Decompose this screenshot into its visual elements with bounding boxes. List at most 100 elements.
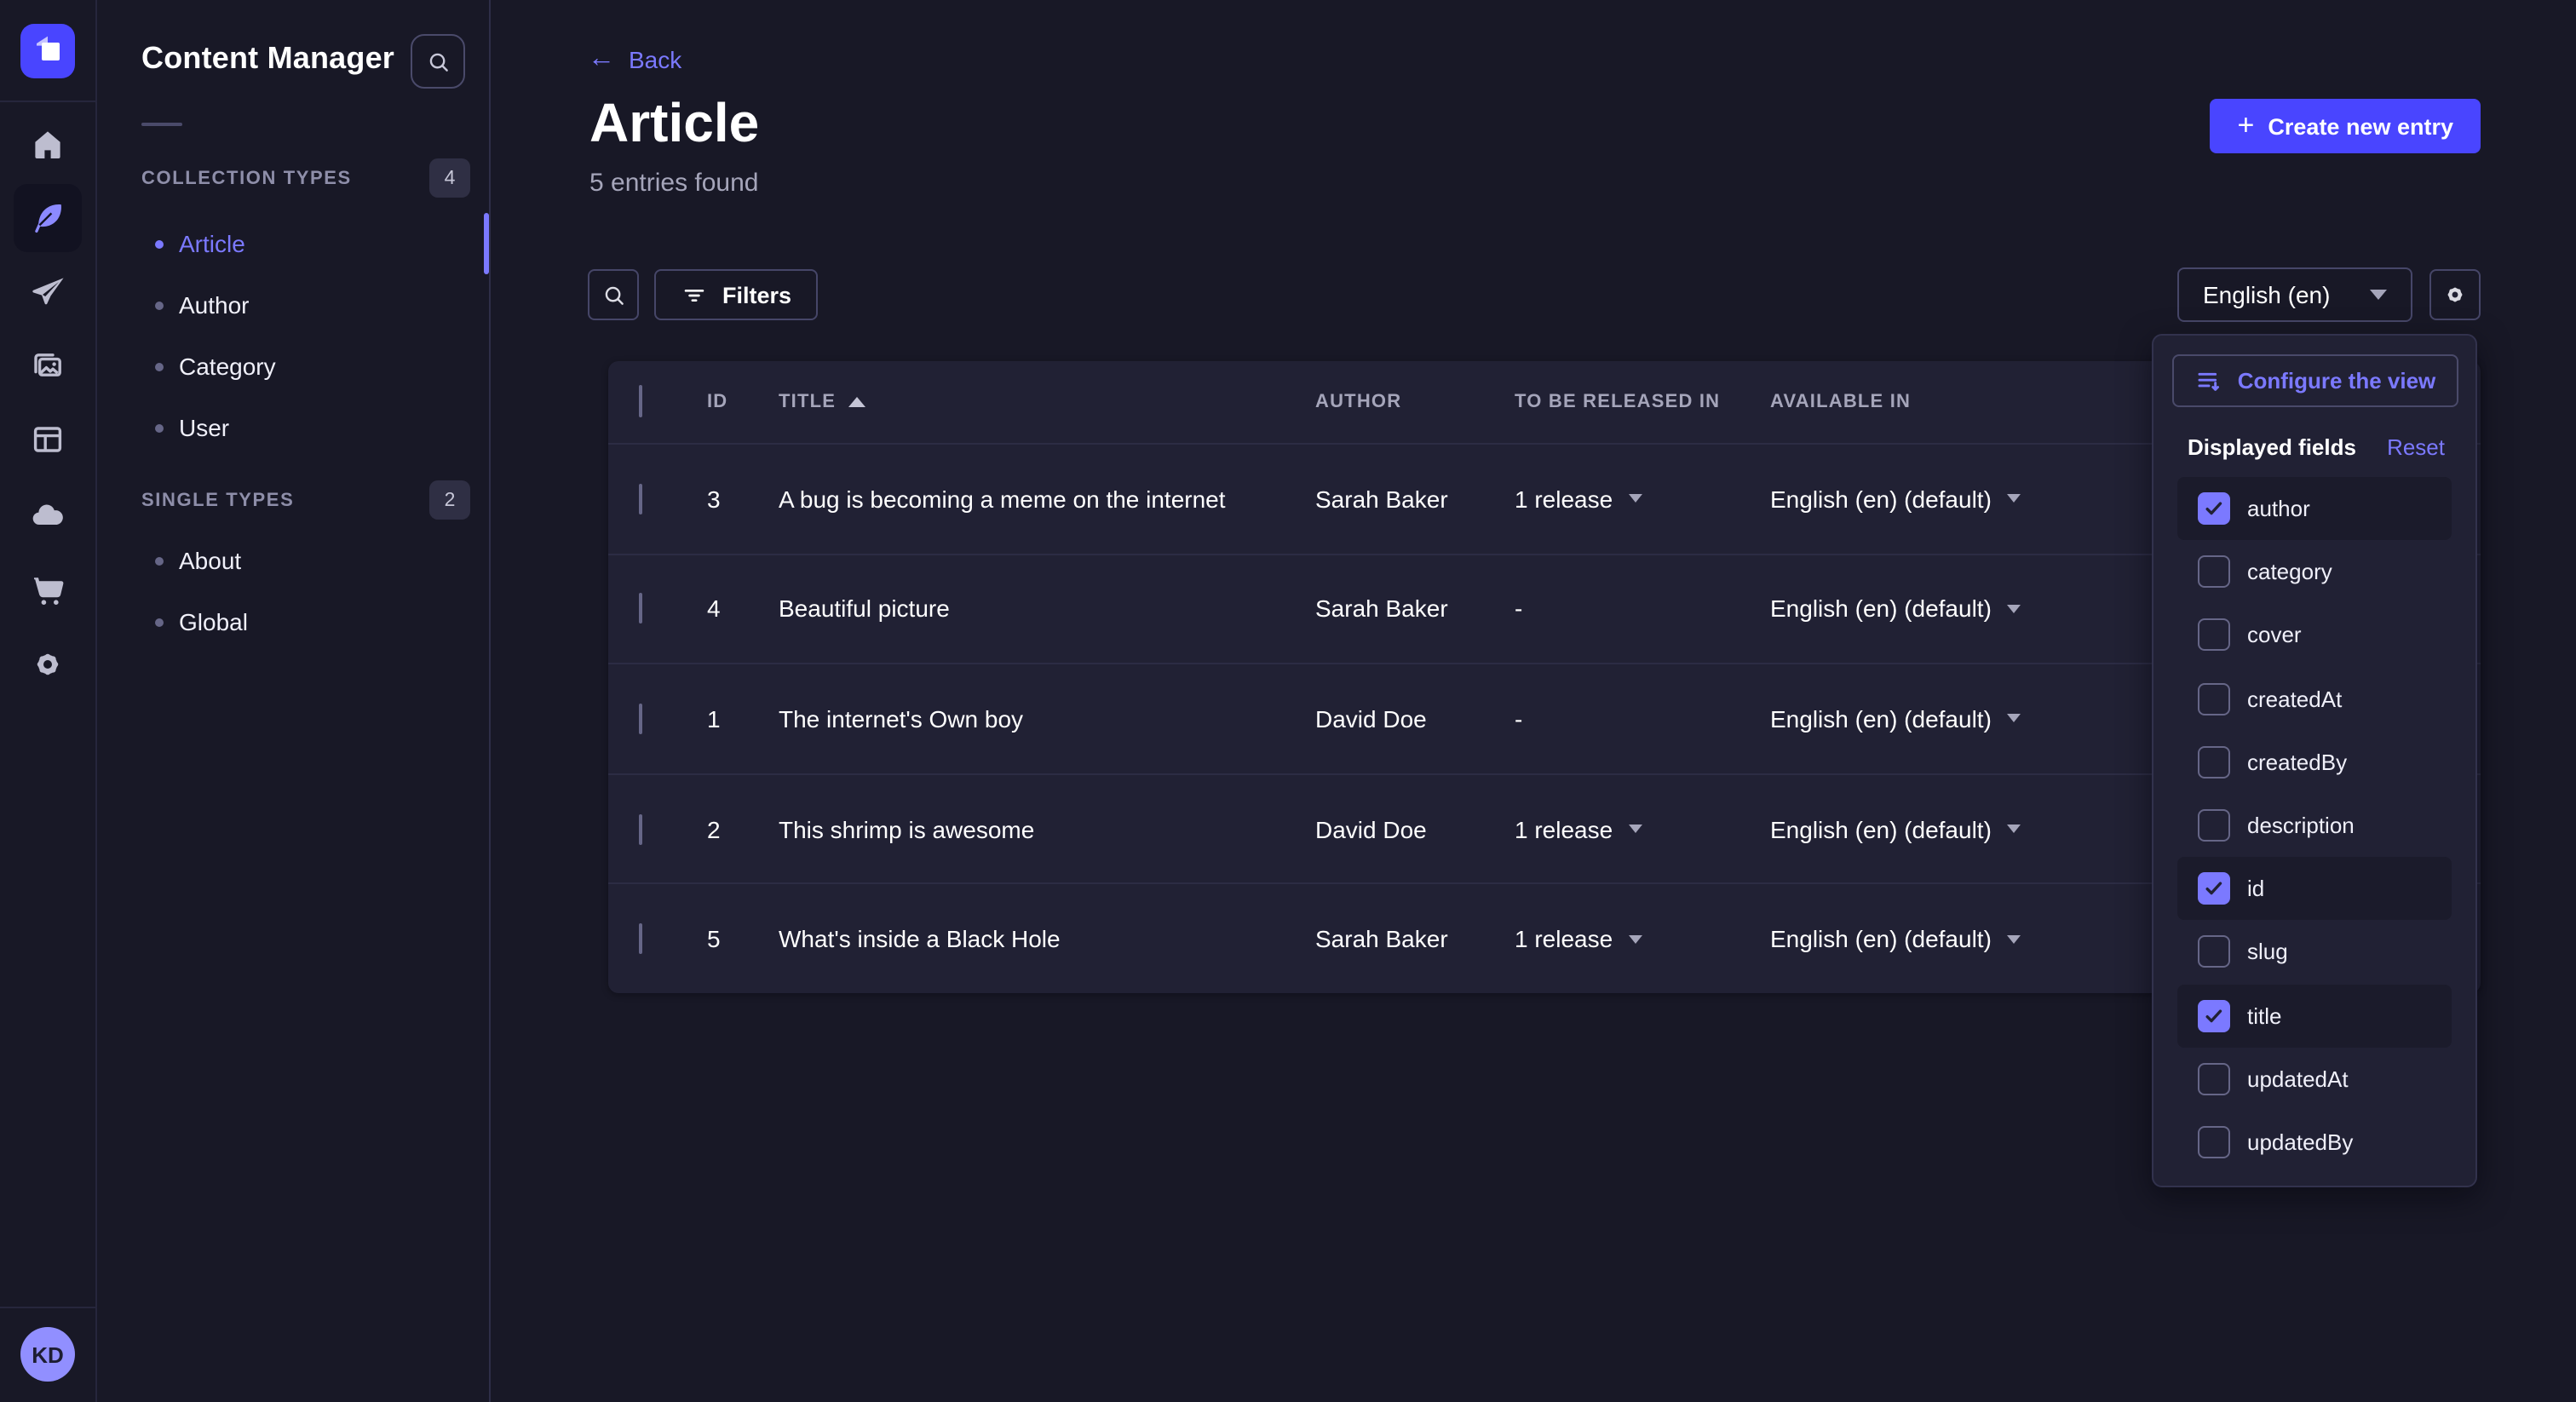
row-checkbox[interactable] [639, 594, 642, 624]
field-toggle-row[interactable]: createdBy [2177, 731, 2452, 794]
cell-released[interactable]: 1 release [1515, 486, 1770, 513]
select-all-checkbox[interactable] [639, 385, 642, 417]
content-type-builder-icon[interactable] [14, 405, 82, 474]
filters-label: Filters [722, 282, 791, 307]
column-header-id[interactable]: ID [707, 392, 779, 412]
checkbox-unchecked[interactable] [2198, 619, 2230, 652]
cell-released[interactable]: 1 release [1515, 925, 1770, 952]
sidebar-item-label: Article [179, 230, 245, 257]
sidebar-item-article[interactable]: Article [97, 213, 491, 274]
checkbox-unchecked[interactable] [2198, 746, 2230, 779]
active-item-indicator [484, 213, 489, 274]
released-value: 1 release [1515, 925, 1613, 952]
checkbox-unchecked[interactable] [2198, 809, 2230, 842]
sidebar-item-label: User [179, 414, 229, 441]
chevron-down-icon [1628, 495, 1642, 503]
sidebar-item-author[interactable]: Author [97, 274, 491, 336]
field-toggle-row[interactable]: author [2177, 477, 2452, 540]
create-new-entry-button[interactable]: + Create new entry [2211, 99, 2481, 153]
table-search-button[interactable] [588, 269, 639, 320]
released-value: - [1515, 595, 1522, 623]
strapi-admin: KD Content Manager COLLECTION TYPES 4 Ar… [0, 0, 2576, 1402]
filters-button[interactable]: Filters [654, 269, 817, 320]
row-checkbox[interactable] [639, 484, 642, 514]
bullet-icon [155, 301, 164, 309]
settings-gear-icon[interactable] [14, 630, 82, 698]
cloud-icon[interactable] [14, 482, 82, 550]
page-title: Article [589, 92, 759, 155]
strapi-logo[interactable] [20, 24, 75, 78]
back-link[interactable]: ← Back [588, 46, 681, 73]
column-header-released[interactable]: TO BE RELEASED IN [1515, 392, 1770, 412]
send-icon[interactable] [14, 259, 82, 327]
field-toggle-row[interactable]: createdAt [2177, 667, 2452, 730]
content-manager-feather-icon[interactable] [14, 184, 82, 252]
bullet-icon [155, 618, 164, 626]
entries-count: 5 entries found [589, 169, 759, 198]
locale-value: English (en) [2203, 281, 2330, 308]
back-label: Back [629, 46, 681, 73]
field-toggle-row[interactable]: category [2177, 540, 2452, 603]
reset-link[interactable]: Reset [2387, 434, 2445, 459]
home-icon[interactable] [14, 111, 82, 179]
icon-rail: KD [0, 0, 97, 1402]
chevron-down-icon [2007, 715, 2021, 723]
field-toggle-row[interactable]: title [2177, 984, 2452, 1047]
sidebar-item-about[interactable]: About [97, 530, 491, 591]
cell-released[interactable]: 1 release [1515, 815, 1770, 842]
locale-select[interactable]: English (en) [2177, 267, 2412, 322]
checkbox-unchecked[interactable] [2198, 556, 2230, 589]
chevron-down-icon [2007, 825, 2021, 833]
field-toggle-row[interactable]: cover [2177, 604, 2452, 667]
sidebar-search-button[interactable] [411, 34, 465, 89]
checkbox-unchecked[interactable] [2198, 1126, 2230, 1158]
field-toggle-row[interactable]: id [2177, 857, 2452, 920]
field-toggle-row[interactable]: updatedBy [2177, 1111, 2452, 1174]
search-icon [423, 47, 452, 76]
field-toggle-row[interactable]: updatedAt [2177, 1047, 2452, 1110]
sidebar-item-global[interactable]: Global [97, 591, 491, 652]
field-toggle-row[interactable]: slug [2177, 921, 2452, 984]
checkbox-unchecked[interactable] [2198, 936, 2230, 968]
configure-the-view-button[interactable]: Configure the view [2172, 354, 2458, 407]
field-label: id [2247, 876, 2264, 901]
cell-released: - [1515, 705, 1770, 733]
sidebar-divider [141, 123, 182, 126]
sidebar-item-label: Global [179, 608, 248, 635]
released-value: 1 release [1515, 815, 1613, 842]
bullet-icon [155, 556, 164, 565]
column-header-label: AUTHOR [1315, 392, 1401, 412]
column-header-label: AVAILABLE IN [1770, 392, 1911, 412]
checkbox-checked-icon[interactable] [2198, 492, 2230, 525]
column-header-author[interactable]: AUTHOR [1315, 392, 1515, 412]
checkbox-checked-icon[interactable] [2198, 999, 2230, 1031]
view-settings-button[interactable] [2429, 269, 2481, 320]
chevron-down-icon [1628, 934, 1642, 943]
row-checkbox[interactable] [639, 704, 642, 734]
search-icon [599, 280, 628, 309]
marketplace-cart-icon[interactable] [14, 557, 82, 625]
user-avatar[interactable]: KD [20, 1327, 75, 1382]
media-library-icon[interactable] [14, 332, 82, 400]
rail-divider [0, 101, 95, 102]
sidebar-item-label: Category [179, 353, 276, 380]
available-value: English (en) (default) [1770, 705, 1992, 733]
sidebar-item-user[interactable]: User [97, 397, 491, 458]
checkbox-unchecked[interactable] [2198, 1063, 2230, 1095]
back-arrow-icon: ← [588, 46, 615, 73]
bullet-icon [155, 362, 164, 371]
checkbox-unchecked[interactable] [2198, 682, 2230, 715]
row-checkbox[interactable] [639, 923, 642, 954]
rail-divider-bottom [0, 1307, 95, 1308]
available-value: English (en) (default) [1770, 815, 1992, 842]
checkbox-checked-icon[interactable] [2198, 872, 2230, 905]
field-toggle-row[interactable]: description [2177, 794, 2452, 857]
bullet-icon [155, 423, 164, 432]
cell-title: The internet's Own boy [779, 705, 1315, 733]
chevron-down-icon [1628, 825, 1642, 833]
field-label: updatedAt [2247, 1066, 2349, 1092]
column-header-title[interactable]: TITLE [779, 392, 1315, 412]
row-checkbox[interactable] [639, 813, 642, 844]
sidebar-item-category[interactable]: Category [97, 336, 491, 397]
displayed-fields-header: Displayed fields Reset [2188, 428, 2445, 465]
